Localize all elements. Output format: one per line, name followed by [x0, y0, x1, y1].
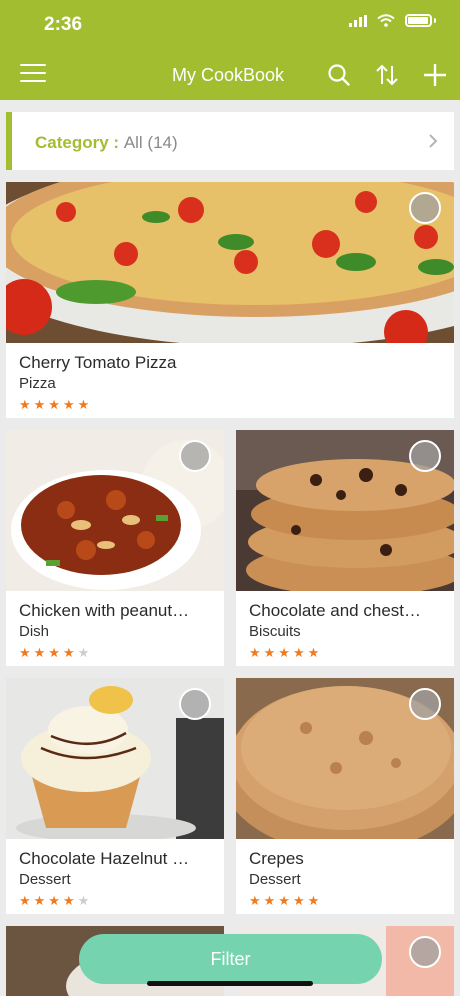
recipe-category: Dish: [19, 623, 50, 640]
select-toggle[interactable]: [409, 688, 441, 720]
rating-stars: ★★★★★: [249, 893, 322, 909]
recipe-card[interactable]: Crepes Dessert ★★★★★: [236, 678, 454, 914]
rating-stars: ★★★★★: [249, 645, 322, 661]
recipe-category: Pizza: [19, 375, 56, 392]
select-toggle[interactable]: [179, 688, 211, 720]
rating-empty: ★: [77, 645, 93, 660]
select-toggle[interactable]: [409, 440, 441, 472]
recipe-title: Chicken with peanut…: [19, 601, 190, 620]
rating-stars: ★★★★★: [19, 645, 92, 661]
signal-icon: [349, 14, 367, 27]
recipe-title: Cherry Tomato Pizza: [19, 353, 177, 372]
rating-filled: ★★★★★: [249, 645, 323, 660]
rating-filled: ★★★★★: [19, 397, 93, 412]
status-icons: [349, 14, 436, 27]
recipe-category: Dessert: [19, 871, 71, 888]
category-label-text: Category :: [35, 133, 120, 152]
rating-empty: ★: [77, 893, 93, 908]
menu-icon[interactable]: [20, 64, 46, 84]
recipe-category: Biscuits: [249, 623, 301, 640]
recipe-card[interactable]: Chicken with peanut… Dish ★★★★★: [6, 430, 224, 666]
page-title: My CookBook: [172, 65, 285, 85]
rating-filled: ★★★★★: [249, 893, 323, 908]
rating-stars: ★★★★★: [19, 397, 92, 413]
recipe-card[interactable]: Chocolate Hazelnut … Dessert ★★★★★: [6, 678, 224, 914]
category-selector[interactable]: Category : All (14): [6, 112, 454, 170]
rating-stars: ★★★★★: [19, 893, 92, 909]
battery-tip: [434, 18, 436, 23]
category-value: All (14): [123, 133, 178, 152]
status-time: 2:36: [44, 14, 83, 35]
search-icon[interactable]: [326, 62, 352, 88]
wifi-icon: [377, 14, 395, 27]
select-toggle[interactable]: [179, 440, 211, 472]
recipe-title: Chocolate Hazelnut …: [19, 849, 190, 868]
recipe-title: Chocolate and chest…: [249, 601, 421, 620]
filter-button[interactable]: Filter: [79, 934, 382, 984]
rating-filled: ★★★★: [19, 893, 78, 908]
nav-bar: My CookBook: [0, 52, 460, 98]
battery-icon: [405, 14, 432, 27]
sort-icon[interactable]: [374, 62, 400, 88]
recipe-category: Dessert: [249, 871, 301, 888]
select-toggle[interactable]: [409, 192, 441, 224]
category-label: Category : All (14): [35, 133, 178, 153]
recipe-card[interactable]: Cherry Tomato Pizza Pizza ★★★★★: [6, 182, 454, 418]
chevron-right-icon: [429, 134, 438, 148]
pizza-image: [6, 182, 454, 343]
rating-filled: ★★★★: [19, 645, 78, 660]
home-indicator: [147, 981, 313, 986]
add-icon[interactable]: [422, 62, 448, 88]
recipe-card[interactable]: Chocolate and chest… Biscuits ★★★★★: [236, 430, 454, 666]
recipe-title: Crepes: [249, 849, 304, 868]
app-header: 2:36 My CookBook: [0, 0, 460, 100]
select-toggle[interactable]: [409, 936, 441, 968]
